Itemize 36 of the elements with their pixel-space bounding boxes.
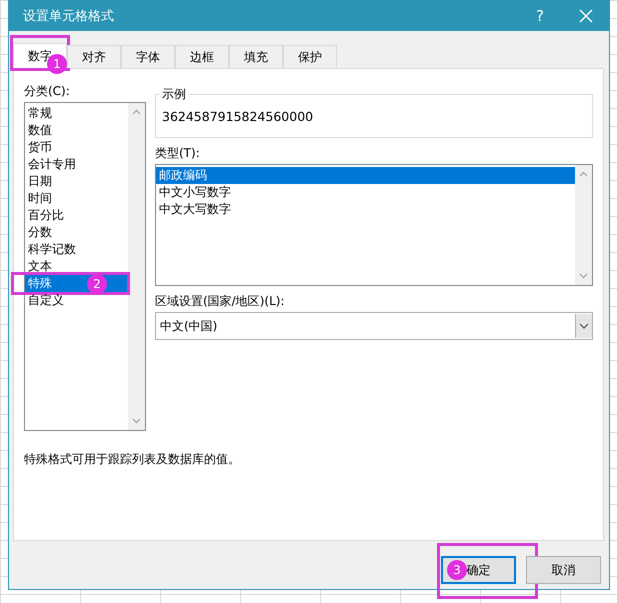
tab[interactable]: 填充 bbox=[229, 45, 283, 68]
dialog-button[interactable]: 取消 bbox=[526, 556, 601, 584]
category-label: 分类(C): bbox=[24, 83, 71, 100]
type-label: 类型(T): bbox=[155, 145, 201, 162]
category-item[interactable]: 分数 bbox=[25, 224, 128, 241]
scroll-up-icon[interactable] bbox=[579, 171, 588, 177]
chevron-down-icon bbox=[579, 323, 589, 329]
category-item[interactable]: 常规 bbox=[25, 105, 128, 122]
category-item[interactable]: 百分比 bbox=[25, 207, 128, 224]
locale-dropdown[interactable]: 中文(中国) bbox=[155, 312, 593, 340]
close-icon bbox=[579, 9, 593, 23]
type-item[interactable]: 中文大写数字 bbox=[156, 201, 575, 218]
tab[interactable]: 字体 bbox=[121, 45, 175, 68]
category-item[interactable]: 货币 bbox=[25, 139, 128, 156]
tab[interactable]: 对齐 bbox=[67, 45, 121, 68]
sample-value: 3624587915824560000 bbox=[162, 108, 314, 124]
category-item[interactable]: 会计专用 bbox=[25, 156, 128, 173]
scroll-up-icon[interactable] bbox=[132, 109, 141, 115]
scroll-down-icon[interactable] bbox=[132, 418, 141, 424]
window-title: 设置单元格格式 bbox=[23, 8, 115, 25]
scrollbar[interactable] bbox=[575, 165, 592, 285]
category-item[interactable]: 日期 bbox=[25, 173, 128, 190]
category-item[interactable]: 文本 bbox=[25, 258, 128, 275]
scrollbar[interactable] bbox=[128, 103, 145, 430]
category-item[interactable]: 科学记数 bbox=[25, 241, 128, 258]
category-item[interactable]: 时间 bbox=[25, 190, 128, 207]
sample-label: 示例 bbox=[160, 87, 188, 101]
tab[interactable]: 边框 bbox=[175, 45, 229, 68]
type-item[interactable]: 中文小写数字 bbox=[156, 184, 575, 201]
type-item[interactable]: 邮政编码 bbox=[156, 167, 575, 184]
scroll-down-icon[interactable] bbox=[579, 273, 588, 279]
category-item[interactable]: 数值 bbox=[25, 122, 128, 139]
category-item[interactable]: 自定义 bbox=[25, 292, 128, 309]
description-text: 特殊格式可用于跟踪列表及数据库的值。 bbox=[24, 451, 241, 467]
tab[interactable]: 保护 bbox=[283, 45, 337, 68]
locale-label: 区域设置(国家/地区)(L): bbox=[155, 293, 286, 310]
